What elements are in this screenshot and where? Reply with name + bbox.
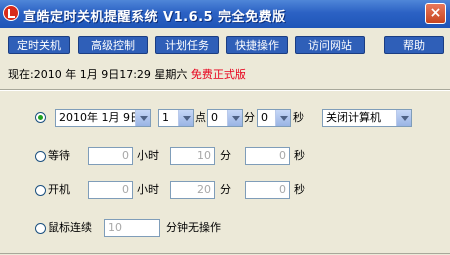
action-select[interactable]: 关闭计算机 — [322, 109, 412, 127]
mouse-idle-label: 鼠标连续 — [48, 221, 92, 234]
minute-value: 0 — [211, 111, 218, 124]
second-unit: 秒 — [293, 111, 304, 124]
chevron-down-icon[interactable] — [178, 110, 193, 126]
chevron-down-icon[interactable] — [275, 110, 290, 126]
date-picker[interactable]: 2010年 1月 9日 — [55, 109, 151, 127]
chevron-down-icon[interactable] — [396, 110, 411, 126]
idle-minutes-input[interactable]: 10 — [104, 219, 160, 237]
bottom-divider — [0, 253, 450, 254]
wait-minutes-input[interactable]: 10 — [170, 147, 215, 165]
hour-unit: 点 — [195, 111, 206, 124]
quick-actions-button[interactable]: 快捷操作 — [226, 36, 288, 54]
help-button[interactable]: 帮助 — [384, 36, 444, 54]
wait-hours-unit: 小时 — [137, 149, 159, 162]
window-title: 宣皓定时关机提醒系统 V1.6.5 完全免费版 — [23, 10, 286, 25]
edition-badge: 免费正式版 — [190, 68, 246, 81]
wait-minutes-unit: 分 — [220, 149, 231, 162]
current-datetime: 2010 年 1月 9日17:29 星期六 — [33, 68, 188, 81]
advanced-control-button[interactable]: 高级控制 — [78, 36, 148, 54]
minute-select[interactable]: 0 — [207, 109, 243, 127]
second-value: 0 — [261, 111, 268, 124]
wait-label: 等待 — [48, 149, 70, 162]
title-bar: 宣皓定时关机提醒系统 V1.6.5 完全免费版 × — [0, 0, 450, 28]
toolbar: 定时关机 高级控制 计划任务 快捷操作 访问网站 帮助 — [0, 36, 450, 56]
boot-hours-unit: 小时 — [137, 183, 159, 196]
divider — [0, 89, 450, 91]
minute-unit: 分 — [244, 111, 255, 124]
mouse-idle-radio[interactable] — [35, 223, 46, 234]
wait-seconds-input[interactable]: 0 — [245, 147, 290, 165]
boot-seconds-unit: 秒 — [294, 183, 305, 196]
hour-value: 1 — [162, 111, 169, 124]
hour-select[interactable]: 1 — [158, 109, 194, 127]
boot-seconds-input[interactable]: 0 — [245, 181, 290, 199]
boot-radio[interactable] — [35, 185, 46, 196]
at-time-radio[interactable] — [35, 112, 46, 123]
date-value: 2010年 1月 9日 — [59, 111, 141, 124]
idle-suffix: 分钟无操作 — [166, 221, 221, 234]
second-select[interactable]: 0 — [257, 109, 291, 127]
close-button[interactable]: × — [425, 3, 446, 24]
scheduled-tasks-button[interactable]: 计划任务 — [155, 36, 219, 54]
visit-website-button[interactable]: 访问网站 — [295, 36, 365, 54]
wait-hours-input[interactable]: 0 — [88, 147, 133, 165]
current-time-line: 现在:2010 年 1月 9日17:29 星期六 免费正式版 — [8, 66, 246, 82]
chevron-down-icon[interactable] — [135, 110, 150, 126]
app-icon — [3, 5, 19, 21]
boot-minutes-input[interactable]: 20 — [170, 181, 215, 199]
boot-minutes-unit: 分 — [220, 183, 231, 196]
action-value: 关闭计算机 — [326, 111, 381, 124]
chevron-down-icon[interactable] — [227, 110, 242, 126]
now-label: 现在: — [8, 68, 34, 81]
boot-label: 开机 — [48, 183, 70, 196]
boot-hours-input[interactable]: 0 — [88, 181, 133, 199]
timed-shutdown-button[interactable]: 定时关机 — [8, 36, 70, 54]
wait-seconds-unit: 秒 — [294, 149, 305, 162]
wait-radio[interactable] — [35, 151, 46, 162]
